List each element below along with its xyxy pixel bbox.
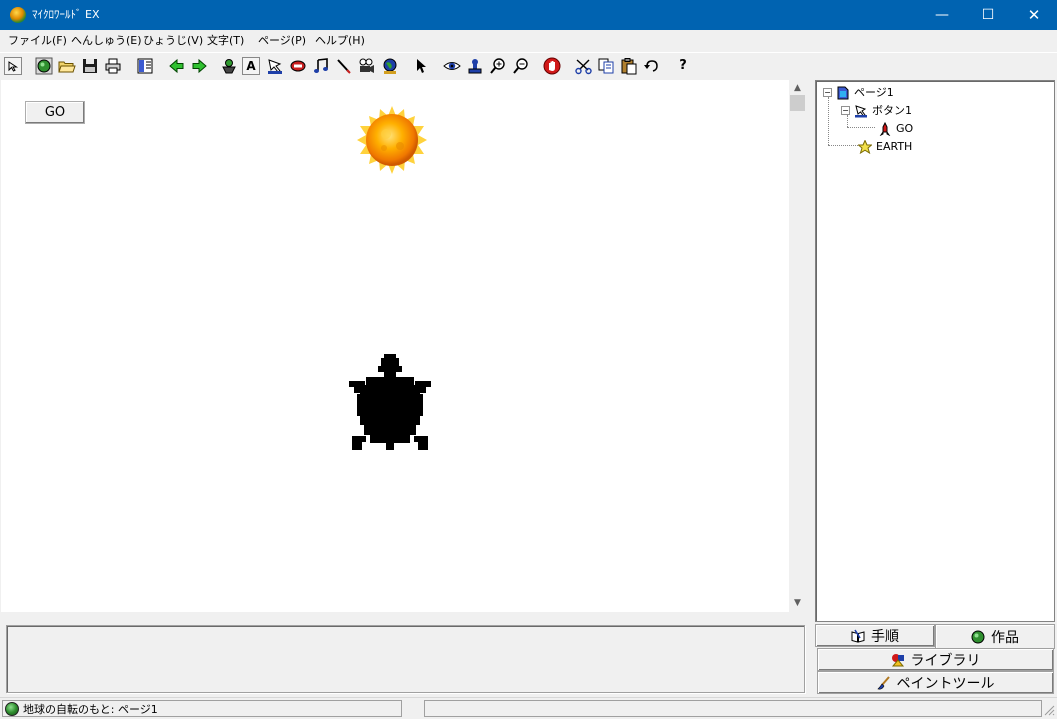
button-tool-icon[interactable] xyxy=(265,56,285,76)
scissors-icon[interactable] xyxy=(573,56,593,76)
music-note-icon[interactable] xyxy=(311,56,331,76)
label-tool-icon[interactable] xyxy=(288,56,308,76)
zoom-in-icon[interactable] xyxy=(488,56,508,76)
menu-help[interactable]: ヘルプ(H) xyxy=(315,33,365,48)
menu-file[interactable]: ファイル(F) xyxy=(8,33,67,48)
window-title: ﾏｲｸﾛﾜｰﾙﾄﾞ EX xyxy=(32,8,100,21)
stage-canvas[interactable]: GO xyxy=(1,80,789,612)
menu-view[interactable]: ひょうじ(V) xyxy=(143,33,203,48)
book-icon xyxy=(851,629,865,643)
object-tree-panel[interactable]: − ページ1 − ボタン1 GO EARTH xyxy=(815,80,1055,622)
select-arrow-icon[interactable] xyxy=(4,57,22,75)
rocket-icon xyxy=(879,121,891,136)
earth-object-icon[interactable] xyxy=(380,56,400,76)
collapse-icon[interactable]: − xyxy=(823,88,832,97)
title-bar: ﾏｲｸﾛﾜｰﾙﾄﾞ EX — ☐ ✕ xyxy=(0,0,1057,30)
eye-icon[interactable] xyxy=(442,56,462,76)
menu-page[interactable]: ページ(P) xyxy=(258,33,306,48)
tree-connector xyxy=(828,97,829,145)
help-icon[interactable]: ? xyxy=(673,56,693,76)
movie-camera-icon[interactable] xyxy=(357,56,377,76)
tree-connector xyxy=(847,127,875,128)
forward-arrow-icon[interactable] xyxy=(189,56,209,76)
star-character-icon xyxy=(858,139,872,154)
pen-tool-icon[interactable] xyxy=(334,56,354,76)
tree-page-label: ページ1 xyxy=(854,86,894,99)
toolbar: A ? xyxy=(0,52,1057,79)
menu-bar: ファイル(F) へんしゅう(E) ひょうじ(V) 文字(T) ページ(P) ヘル… xyxy=(0,30,1057,51)
shapes-icon xyxy=(891,653,904,666)
stop-hand-icon[interactable] xyxy=(542,56,562,76)
tab-works[interactable]: 作品 xyxy=(935,624,1055,649)
undo-icon[interactable] xyxy=(642,56,662,76)
go-button[interactable]: GO xyxy=(25,101,85,124)
globe-icon xyxy=(5,701,19,716)
text-tool-icon[interactable]: A xyxy=(242,57,260,75)
paintbrush-icon xyxy=(876,675,890,689)
globe-icon[interactable] xyxy=(34,56,54,76)
tab-paint-tools[interactable]: ペイントツール xyxy=(817,671,1054,694)
paste-icon[interactable] xyxy=(619,56,639,76)
status-cell-secondary xyxy=(424,700,1042,717)
tab-works-label: 作品 xyxy=(991,630,1019,646)
save-disk-icon[interactable] xyxy=(80,56,100,76)
scroll-down-icon[interactable]: ▼ xyxy=(789,595,806,612)
tree-earth-label: EARTH xyxy=(876,140,913,153)
tree-node-earth[interactable]: EARTH xyxy=(858,138,912,155)
close-button[interactable]: ✕ xyxy=(1011,0,1057,30)
resize-grip-icon[interactable] xyxy=(1042,703,1055,716)
button-object-icon xyxy=(855,104,867,117)
tab-paint-tools-label: ペイントツール xyxy=(896,675,995,692)
canvas-vertical-scrollbar[interactable]: ▲ ▼ xyxy=(789,80,806,612)
status-bar: 地球の自転のもと: ページ1 xyxy=(0,697,1057,719)
print-icon[interactable] xyxy=(103,56,123,76)
tab-library-label: ライブラリ xyxy=(910,652,981,669)
status-cell-main: 地球の自転のもと: ページ1 xyxy=(2,700,402,717)
panel-layout-icon[interactable] xyxy=(135,56,155,76)
app-globe-icon[interactable] xyxy=(10,7,26,23)
character-icon[interactable] xyxy=(219,56,239,76)
page-icon xyxy=(837,86,849,99)
message-panel[interactable] xyxy=(6,625,805,693)
tree-node-page[interactable]: − ページ1 xyxy=(823,84,894,101)
tree-go-label: GO xyxy=(896,122,914,135)
sun-image[interactable] xyxy=(356,104,428,176)
status-text: 地球の自転のもと: ページ1 xyxy=(23,702,158,716)
maximize-button[interactable]: ☐ xyxy=(965,0,1011,30)
canvas-bottom-strip xyxy=(0,612,808,624)
tab-procedure-label: 手順 xyxy=(871,628,899,645)
tree-button-label: ボタン1 xyxy=(872,104,912,117)
copy-icon[interactable] xyxy=(596,56,616,76)
tree-node-button[interactable]: − ボタン1 xyxy=(841,102,912,119)
zoom-out-icon[interactable] xyxy=(511,56,531,76)
stamp-icon[interactable] xyxy=(465,56,485,76)
menu-edit[interactable]: へんしゅう(E) xyxy=(71,33,142,48)
scroll-thumb[interactable] xyxy=(790,95,805,111)
collapse-icon[interactable]: − xyxy=(841,106,850,115)
open-folder-icon[interactable] xyxy=(57,56,77,76)
pointer-icon[interactable] xyxy=(411,56,431,76)
tree-connector xyxy=(828,145,858,146)
turtle-sprite[interactable] xyxy=(348,354,432,452)
tree-node-go[interactable]: GO xyxy=(878,120,913,137)
tab-library[interactable]: ライブラリ xyxy=(817,648,1054,671)
tab-procedure[interactable]: 手順 xyxy=(815,624,935,647)
menu-text[interactable]: 文字(T) xyxy=(207,33,244,48)
minimize-button[interactable]: — xyxy=(919,0,965,30)
back-arrow-icon[interactable] xyxy=(167,56,187,76)
globe-icon xyxy=(971,630,985,644)
